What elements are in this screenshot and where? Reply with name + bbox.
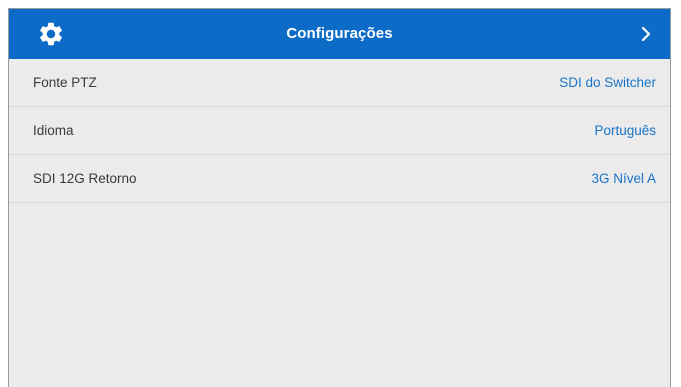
setting-value[interactable]: Português (594, 107, 656, 154)
settings-panel: Configurações Fonte PTZ SDI do Switcher … (8, 8, 671, 387)
header-bar: Configurações (9, 9, 670, 59)
setting-row-idioma[interactable]: Idioma Português (9, 107, 670, 155)
setting-row-sdi-12g-retorno[interactable]: SDI 12G Retorno 3G Nível A (9, 155, 670, 203)
settings-list: Fonte PTZ SDI do Switcher Idioma Portugu… (9, 59, 670, 203)
setting-label: SDI 12G Retorno (33, 171, 137, 186)
setting-value[interactable]: 3G Nível A (591, 155, 656, 202)
setting-value[interactable]: SDI do Switcher (559, 59, 656, 106)
setting-label: Fonte PTZ (33, 75, 97, 90)
page-title: Configurações (286, 25, 393, 42)
chevron-right-icon[interactable] (636, 24, 656, 44)
setting-row-fonte-ptz[interactable]: Fonte PTZ SDI do Switcher (9, 59, 670, 107)
setting-label: Idioma (33, 123, 74, 138)
